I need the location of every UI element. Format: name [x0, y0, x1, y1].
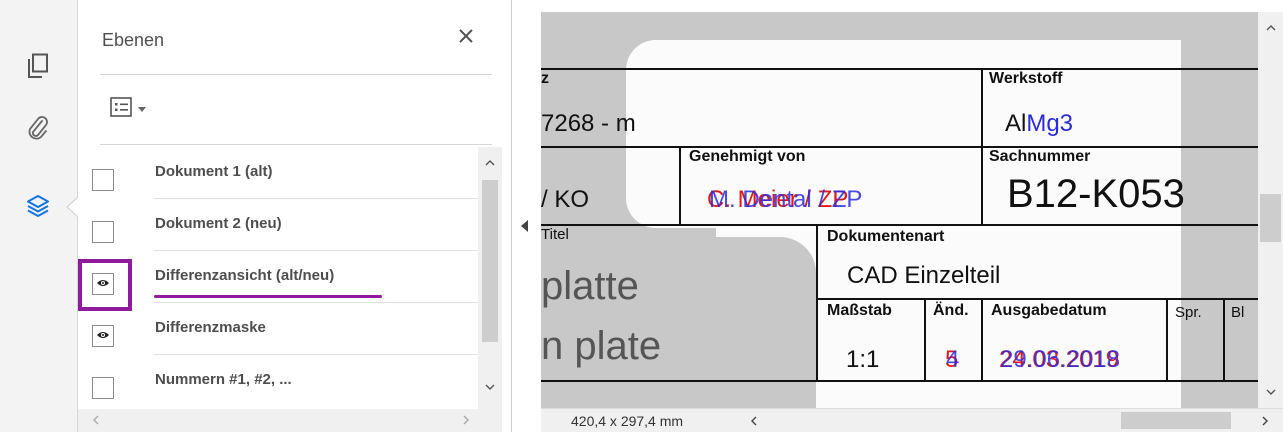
scroll-right-arrow[interactable] — [1257, 413, 1273, 429]
layer-label: Nummern #1, #2, ... — [155, 371, 292, 388]
close-icon — [458, 28, 474, 49]
tool-rail — [0, 0, 79, 432]
attachments-button[interactable] — [18, 108, 58, 148]
dropdown-arrow-icon — [138, 100, 146, 118]
list-options-icon — [110, 96, 132, 122]
page-size-label: 420,4 x 297,4 mm — [571, 413, 684, 429]
ausgabe-new-text: 29.06.2018 — [1000, 346, 1121, 373]
title-de-text: platte — [541, 264, 639, 308]
document-view[interactable]: z 7268 - m / KO Titel platte n plate Gen… — [541, 12, 1258, 408]
werkstoff-new-text: Mg3 — [1026, 110, 1074, 137]
visibility-toggle[interactable] — [92, 377, 114, 399]
scroll-thumb[interactable] — [1260, 194, 1281, 242]
status-bar: 420,4 x 297,4 mm — [541, 408, 1283, 432]
scroll-right-arrow[interactable] — [458, 412, 474, 428]
layer-item[interactable]: Nummern #1, #2, ... — [78, 355, 478, 407]
attachments-icon — [27, 115, 49, 141]
aend-header: Änd. — [933, 302, 969, 319]
visibility-toggle[interactable] — [92, 221, 114, 243]
h-scroll-thumb[interactable] — [1121, 412, 1231, 429]
layer-list-h-scrollbar[interactable] — [78, 409, 502, 432]
divider — [100, 74, 492, 75]
massstab-value: 1:1 — [846, 346, 880, 373]
layer-item[interactable]: Dokument 2 (neu) — [78, 199, 478, 251]
visibility-toggle[interactable] — [92, 325, 114, 347]
eye-icon — [96, 327, 110, 345]
visibility-toggle[interactable] — [92, 169, 114, 191]
layer-list: Dokument 1 (alt) Dokument 2 (neu) Differ… — [78, 147, 512, 409]
layer-item[interactable]: Dokument 1 (alt) — [78, 147, 478, 199]
layer-options-button[interactable] — [110, 96, 160, 122]
werkstoff-header: Werkstoff — [989, 70, 1063, 87]
close-panel-button[interactable] — [454, 26, 478, 50]
layers-icon — [25, 193, 51, 219]
titel-header: Titel — [541, 226, 569, 243]
scroll-up-arrow[interactable] — [482, 155, 498, 171]
pages-button[interactable] — [18, 46, 58, 86]
layer-item[interactable]: Differenzmaske — [78, 303, 478, 355]
bl-header: Bl — [1231, 304, 1245, 321]
panel-title: Ebenen — [102, 30, 165, 50]
ko-text: / KO — [541, 186, 590, 213]
genehmigt-new-text: M. Dental / ZP — [709, 186, 863, 213]
genehmigt-header: Genehmigt von — [689, 148, 806, 165]
triangle-left-icon — [521, 219, 529, 237]
ausgabe-header: Ausgabedatum — [991, 302, 1107, 319]
scroll-down-arrow[interactable] — [482, 379, 498, 395]
aend-new-text: 4 — [946, 346, 960, 373]
collapse-panel-button[interactable] — [518, 218, 532, 238]
scroll-left-arrow[interactable] — [746, 413, 762, 429]
sachnummer-header: Sachnummer — [989, 148, 1091, 165]
column-header: z — [541, 70, 549, 87]
pages-icon — [27, 53, 49, 79]
divider — [100, 144, 492, 145]
scroll-down-arrow[interactable] — [1263, 384, 1279, 400]
dokumentenart-value: CAD Einzelteil — [847, 262, 1001, 289]
title-en-text: n plate — [541, 324, 662, 368]
layer-list-scrollbar[interactable] — [478, 147, 502, 409]
layer-label: Dokument 1 (alt) — [155, 163, 273, 180]
scroll-thumb[interactable] — [482, 180, 498, 342]
layer-label: Differenzmaske — [155, 319, 266, 336]
layer-label: Dokument 2 (neu) — [155, 215, 282, 232]
werkstoff-old-text: Al — [1005, 110, 1027, 137]
sachnummer-value: B12-K053 — [1007, 172, 1185, 216]
highlight-underline — [154, 295, 382, 298]
massstab-header: Maßstab — [827, 302, 892, 319]
scroll-up-arrow[interactable] — [1263, 20, 1279, 36]
layer-label: Differenzansicht (alt/neu) — [155, 267, 335, 284]
document-scrollbar[interactable] — [1258, 12, 1283, 408]
layer-item[interactable]: Differenzansicht (alt/neu) — [78, 251, 478, 311]
layers-button[interactable] — [18, 186, 58, 226]
spr-header: Spr. — [1175, 304, 1202, 321]
dokumentenart-header: Dokumentenart — [827, 228, 945, 245]
layers-panel: Ebenen Dokument 1 (alt) Dokument 2 (neu)… — [78, 0, 512, 432]
part-number-text: 7268 - m — [541, 110, 636, 137]
scroll-left-arrow[interactable] — [88, 412, 104, 428]
